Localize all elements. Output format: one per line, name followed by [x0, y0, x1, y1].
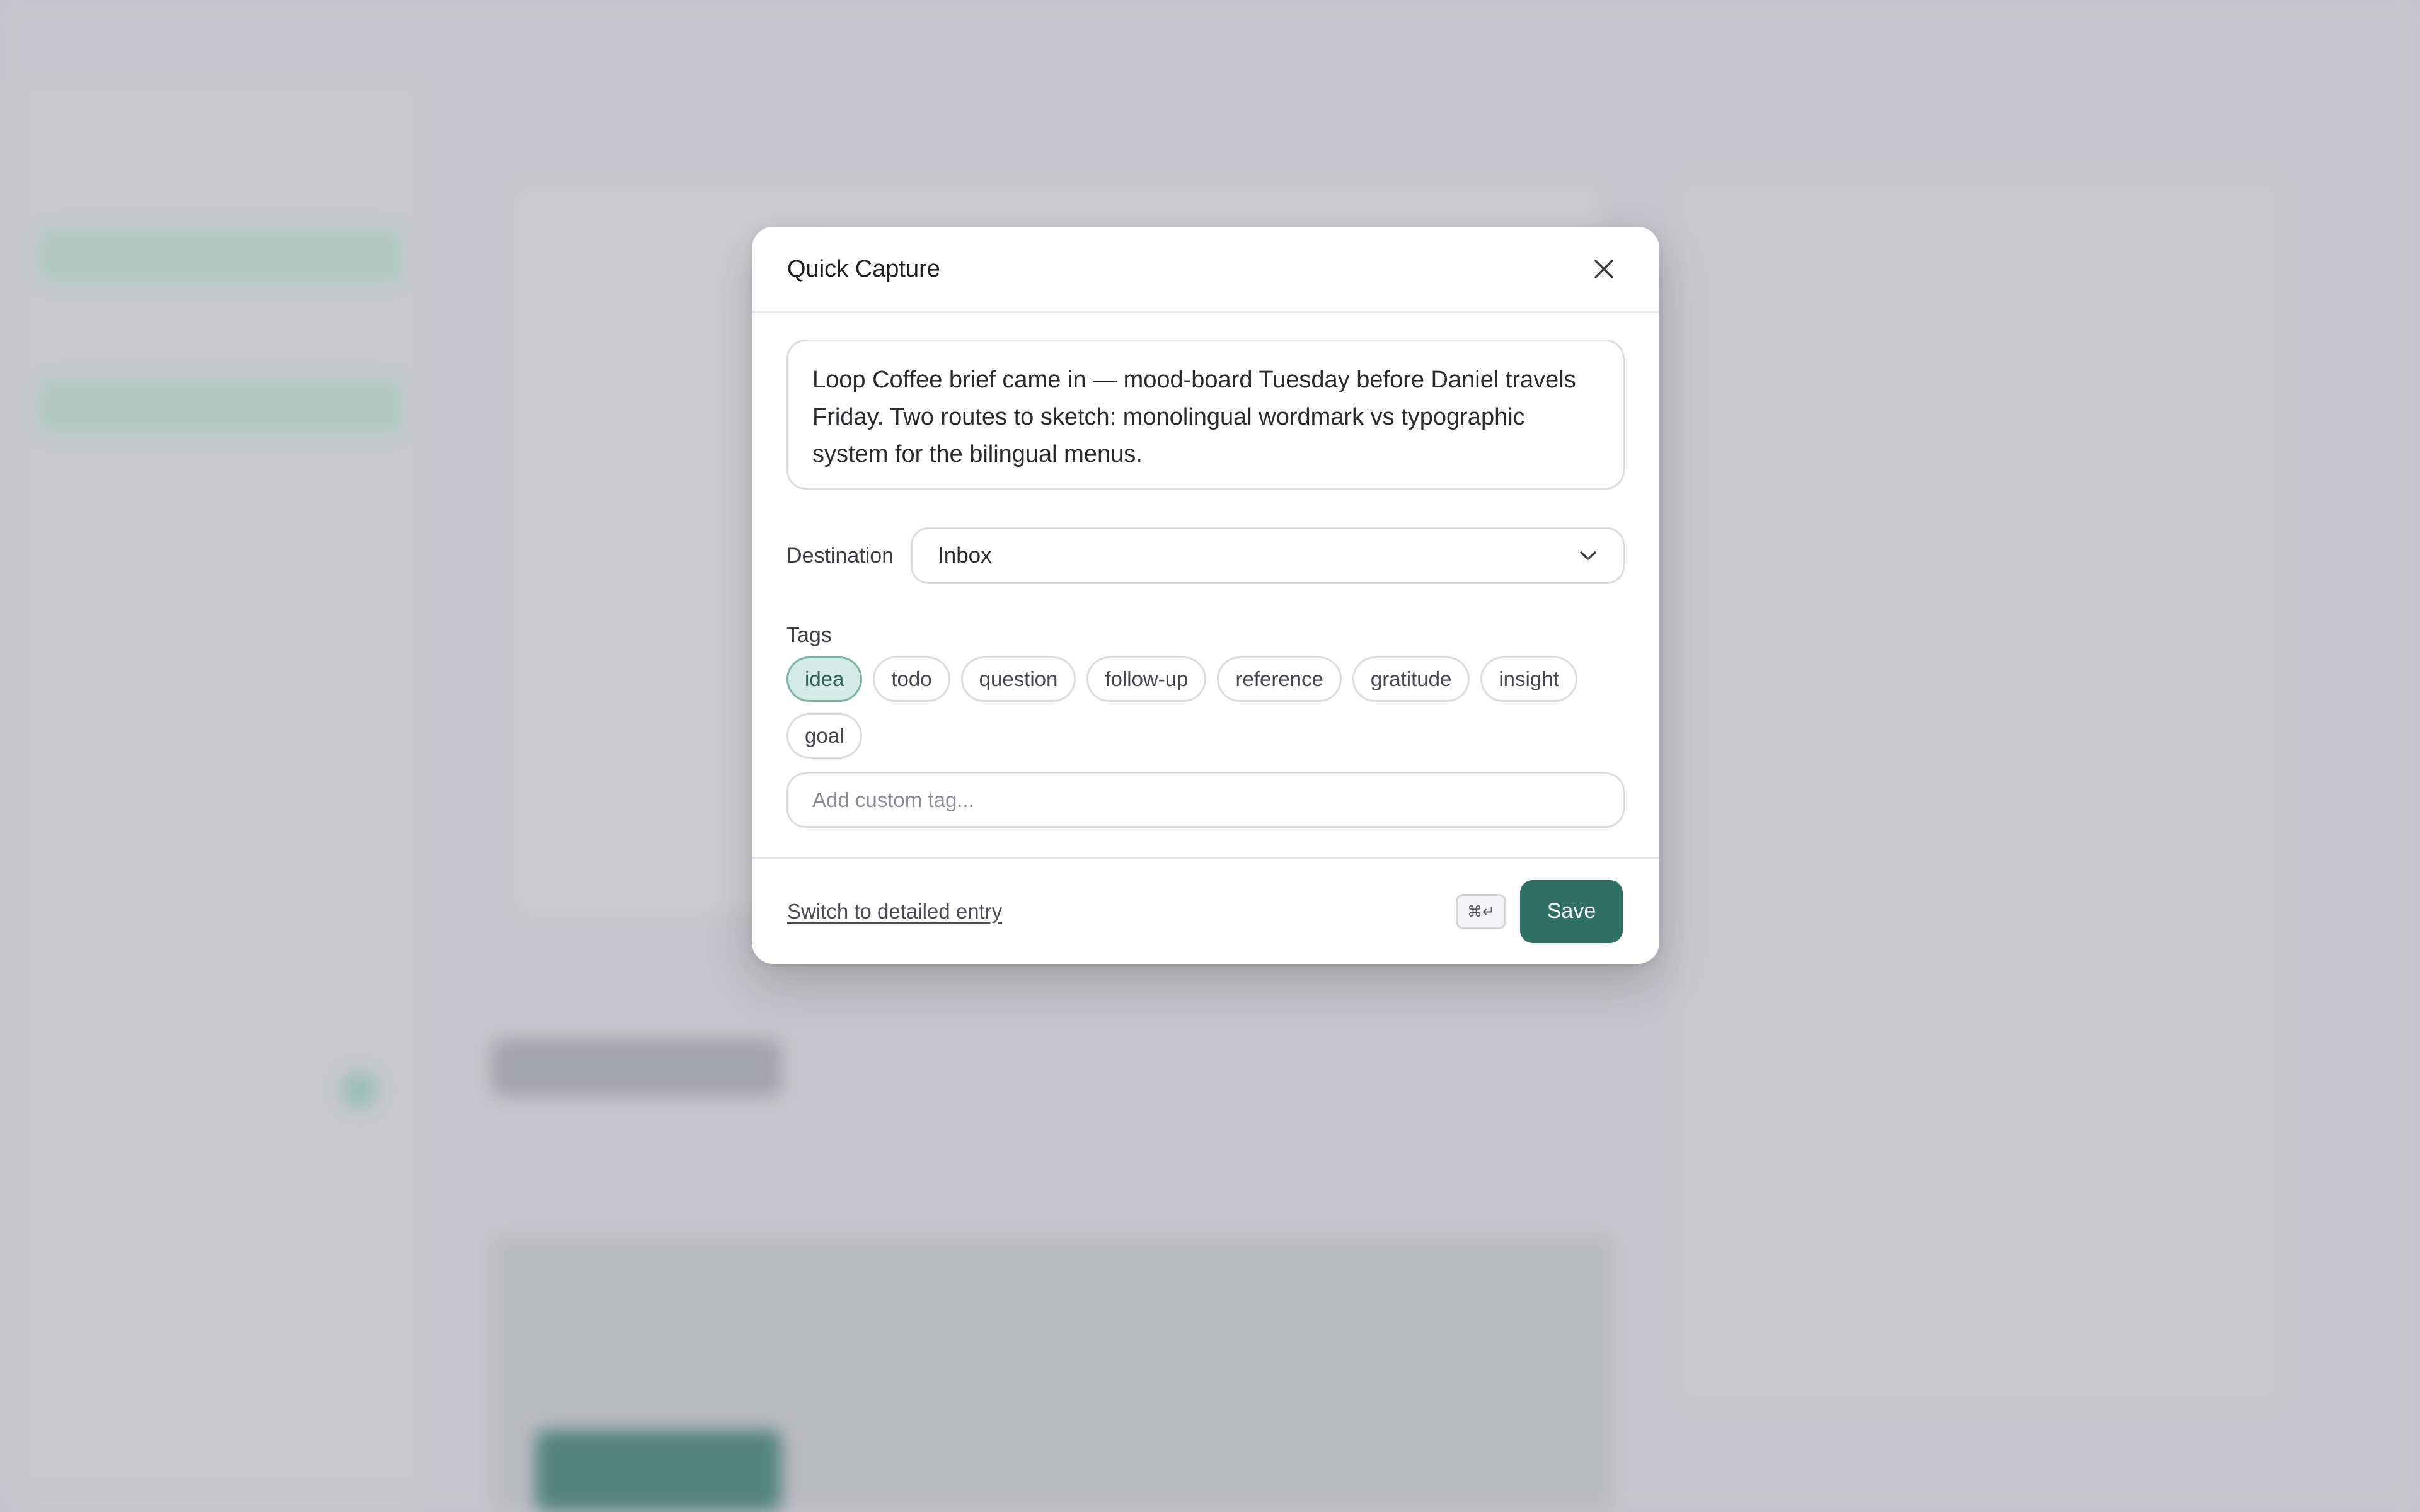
- tag-chip-reference[interactable]: reference: [1217, 656, 1342, 702]
- tag-list: idea todo question follow-up reference g…: [786, 656, 1631, 759]
- dialog-header: Quick Capture: [752, 227, 1659, 313]
- dialog-title: Quick Capture: [787, 255, 940, 282]
- tag-chip-goal[interactable]: goal: [786, 713, 863, 759]
- switch-to-detailed-link[interactable]: Switch to detailed entry: [787, 900, 1002, 924]
- custom-tag-input[interactable]: Add custom tag...: [786, 772, 1625, 828]
- chevron-down-icon: [1580, 551, 1596, 560]
- quick-capture-dialog: Quick Capture Loop Coffee brief came in …: [752, 227, 1659, 964]
- note-textarea[interactable]: Loop Coffee brief came in — mood-board T…: [786, 340, 1625, 490]
- close-icon: [1594, 260, 1613, 278]
- tag-chip-question[interactable]: question: [960, 656, 1076, 702]
- dialog-footer: Switch to detailed entry ⌘↵ Save: [752, 857, 1659, 964]
- footer-actions: ⌘↵ Save: [1456, 879, 1623, 943]
- tag-chip-gratitude[interactable]: gratitude: [1352, 656, 1470, 702]
- close-button[interactable]: [1584, 249, 1624, 289]
- tag-chip-follow-up[interactable]: follow-up: [1086, 656, 1207, 702]
- destination-row: Destination Inbox: [786, 527, 1625, 584]
- keyboard-shortcut-hint: ⌘↵: [1456, 893, 1506, 929]
- save-button[interactable]: Save: [1520, 879, 1623, 943]
- dialog-body: Loop Coffee brief came in — mood-board T…: [752, 313, 1659, 828]
- destination-select[interactable]: Inbox: [911, 527, 1625, 584]
- tag-chip-todo[interactable]: todo: [873, 656, 950, 702]
- tag-chip-insight[interactable]: insight: [1480, 656, 1577, 702]
- tags-label: Tags: [786, 623, 832, 647]
- destination-value: Inbox: [938, 543, 992, 568]
- tag-chip-idea[interactable]: idea: [786, 656, 863, 702]
- destination-label: Destination: [786, 543, 894, 568]
